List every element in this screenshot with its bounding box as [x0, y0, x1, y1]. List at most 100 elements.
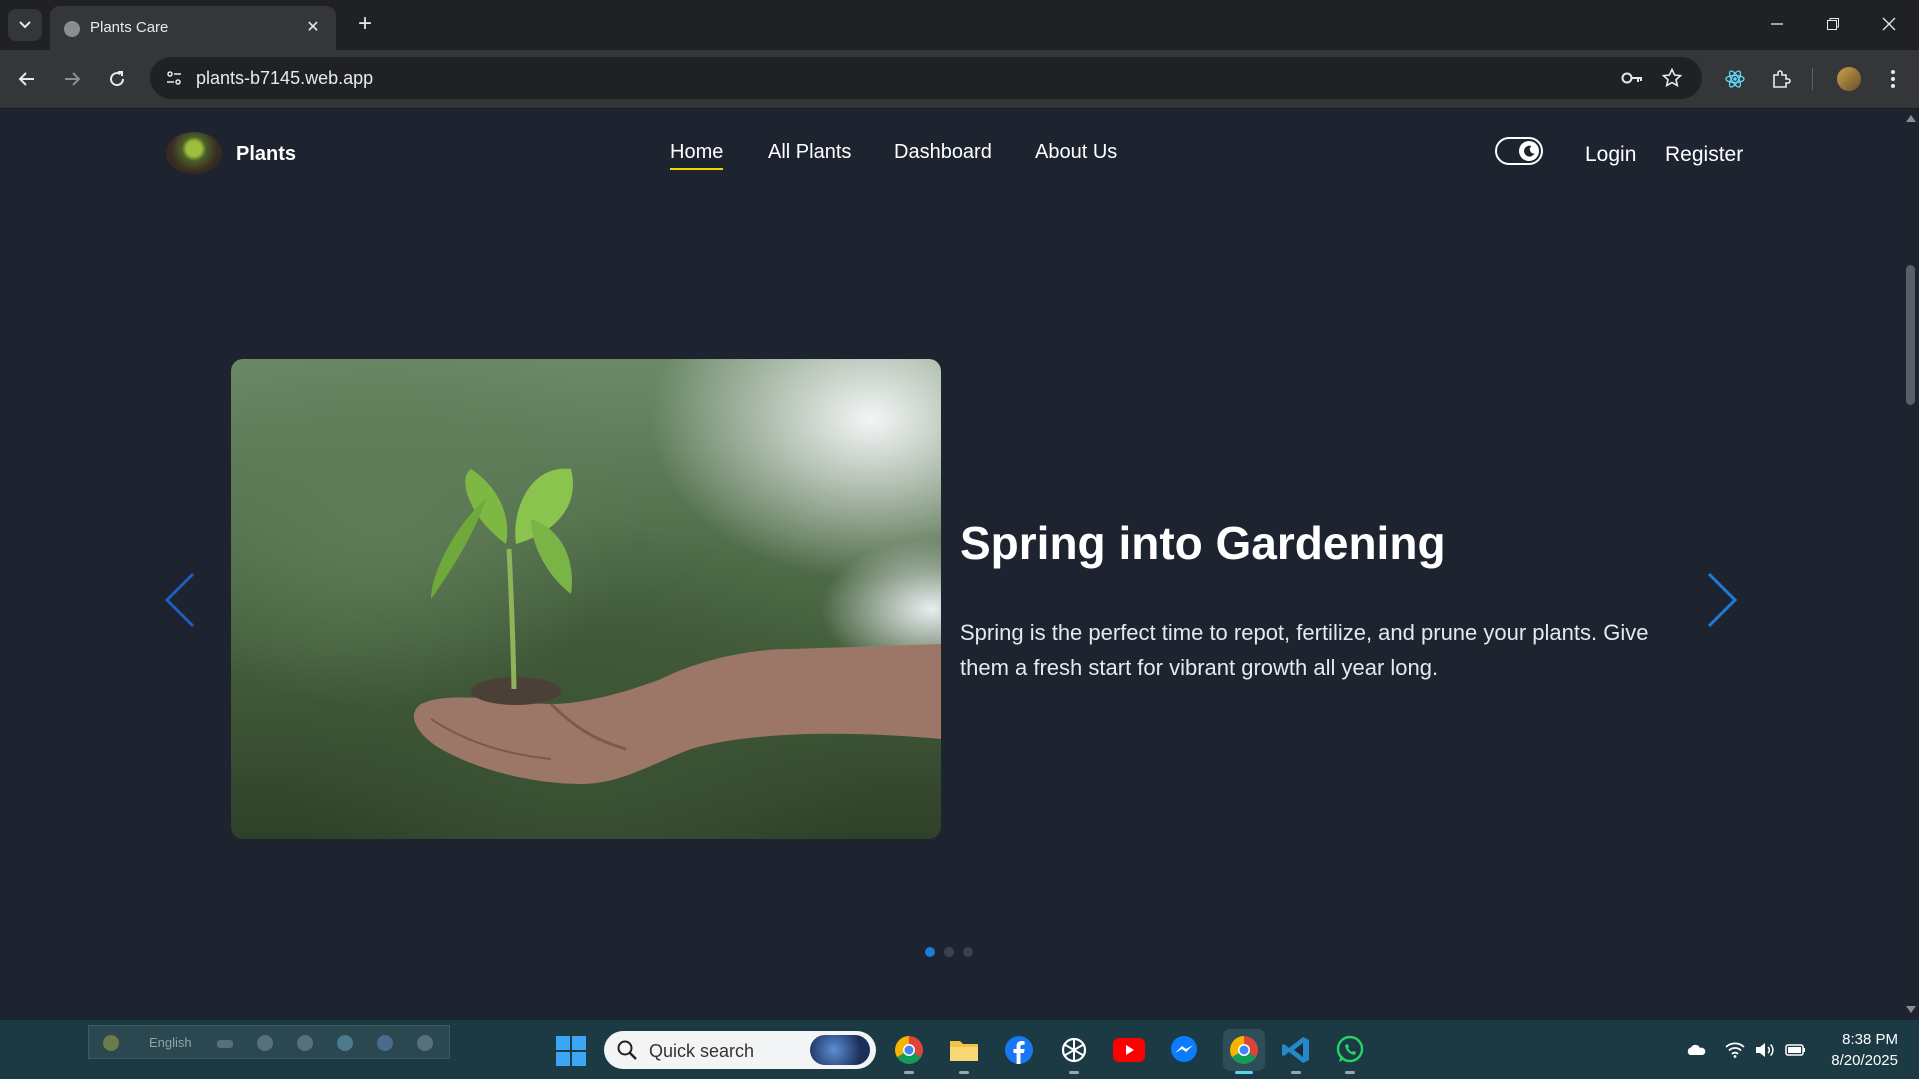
- toolbar-divider: [1812, 68, 1813, 90]
- url-text: plants-b7145.web.app: [196, 68, 374, 88]
- chrome-active-icon[interactable]: [1223, 1029, 1265, 1074]
- nav-home-link[interactable]: Home: [670, 141, 724, 170]
- brand-logo[interactable]: [166, 132, 222, 174]
- chevron-left-icon: [164, 572, 195, 628]
- onedrive-icon[interactable]: [1686, 1040, 1706, 1060]
- back-button[interactable]: [14, 66, 40, 92]
- nav-dashboard-link[interactable]: Dashboard: [894, 141, 992, 164]
- vscode-icon[interactable]: [1280, 1034, 1312, 1074]
- browser-tab-strip: Plants Care ✕ +: [0, 0, 1919, 50]
- nav-all-plants-link[interactable]: All Plants: [768, 141, 851, 164]
- system-clock[interactable]: 8:38 PM 8/20/2025: [1822, 1029, 1898, 1071]
- clock-date: 8/20/2025: [1831, 1052, 1898, 1069]
- browser-tab[interactable]: Plants Care ✕: [50, 6, 336, 50]
- facebook-icon[interactable]: [1003, 1034, 1035, 1066]
- theme-toggle[interactable]: [1495, 137, 1543, 165]
- moon-icon: [1519, 141, 1539, 161]
- restore-button[interactable]: [1813, 10, 1853, 38]
- wifi-icon[interactable]: [1725, 1040, 1745, 1060]
- password-key-icon[interactable]: [1620, 66, 1644, 90]
- messenger-icon[interactable]: [1168, 1034, 1200, 1066]
- whatsapp-icon[interactable]: [1334, 1034, 1366, 1074]
- windows-start-button[interactable]: [556, 1036, 586, 1066]
- more-vertical-icon: [1891, 70, 1895, 88]
- arrow-left-icon: [18, 72, 34, 86]
- login-link[interactable]: Login: [1585, 143, 1636, 167]
- restore-icon: [1827, 18, 1839, 30]
- app-running-indicator: [1069, 1071, 1079, 1074]
- app-running-indicator: [1291, 1071, 1301, 1074]
- app-running-indicator: [904, 1071, 914, 1074]
- slider-next-button[interactable]: [1702, 571, 1742, 629]
- slide-title: Spring into Gardening: [960, 517, 1446, 569]
- star-icon: [1662, 68, 1682, 88]
- profile-avatar[interactable]: [1836, 66, 1862, 92]
- forward-button[interactable]: [59, 66, 85, 92]
- extensions-button[interactable]: [1768, 66, 1794, 92]
- search-icon: [617, 1040, 637, 1060]
- tab-search-button[interactable]: [8, 9, 42, 41]
- site-info-icon[interactable]: [162, 66, 186, 90]
- seedling-in-hand-image: [413, 468, 941, 784]
- slider-dot-1[interactable]: [925, 947, 935, 957]
- close-tab-icon[interactable]: ✕: [302, 16, 324, 38]
- battery-icon[interactable]: [1785, 1040, 1805, 1060]
- globe-icon: [64, 21, 80, 37]
- file-explorer-icon[interactable]: [948, 1034, 980, 1074]
- scrollbar-thumb[interactable]: [1906, 265, 1915, 405]
- volume-icon[interactable]: [1755, 1040, 1775, 1060]
- register-link[interactable]: Register: [1665, 143, 1743, 167]
- app-running-indicator: [959, 1071, 969, 1074]
- tune-icon: [167, 71, 181, 85]
- browser-toolbar: plants-b7145.web.app: [0, 50, 1919, 109]
- arrow-right-icon: [65, 72, 81, 86]
- site-navbar: Plants Home All Plants Dashboard About U…: [0, 109, 1902, 199]
- input-method-icon[interactable]: [103, 1035, 119, 1051]
- youtube-icon[interactable]: [1113, 1034, 1145, 1066]
- slider-pagination: [925, 947, 975, 961]
- slide-description: Spring is the perfect time to repot, fer…: [960, 620, 1649, 680]
- reload-icon: [110, 71, 125, 87]
- react-icon: [1725, 70, 1745, 88]
- scroll-down-arrow[interactable]: [1906, 1006, 1916, 1013]
- react-devtools-icon[interactable]: [1722, 66, 1748, 92]
- close-icon: [1882, 17, 1896, 31]
- app-active-indicator: [1235, 1071, 1253, 1074]
- slider-prev-button[interactable]: [160, 571, 200, 629]
- bookmark-star-icon[interactable]: [1660, 66, 1684, 90]
- address-bar[interactable]: plants-b7145.web.app: [150, 57, 1702, 99]
- new-tab-button[interactable]: +: [352, 12, 378, 38]
- language-bar[interactable]: English: [88, 1025, 450, 1059]
- key-icon: [1621, 72, 1642, 84]
- slider-dot-3[interactable]: [963, 947, 973, 957]
- ime-mode-icon[interactable]: [217, 1040, 233, 1048]
- browser-menu-button[interactable]: [1880, 66, 1906, 92]
- ime-info-icon[interactable]: [417, 1035, 433, 1051]
- ime-ie-icon[interactable]: [337, 1035, 353, 1051]
- scroll-up-arrow[interactable]: [1906, 115, 1916, 122]
- ime-help-icon[interactable]: [377, 1035, 393, 1051]
- clock-time: 8:38 PM: [1842, 1031, 1898, 1048]
- chatgpt-icon[interactable]: [1058, 1034, 1090, 1074]
- app-running-indicator: [1345, 1071, 1355, 1074]
- ime-settings-icon[interactable]: [297, 1035, 313, 1051]
- page-content: Plants Home All Plants Dashboard About U…: [0, 109, 1902, 1020]
- avatar-icon: [1837, 67, 1861, 91]
- chevron-down-icon: [19, 21, 31, 29]
- taskbar-search[interactable]: Quick search: [604, 1031, 876, 1069]
- close-window-button[interactable]: [1869, 10, 1909, 38]
- minimize-button[interactable]: [1757, 10, 1797, 38]
- tab-title: Plants Care: [90, 19, 169, 36]
- reload-button[interactable]: [104, 66, 130, 92]
- search-highlight-icon: [810, 1035, 870, 1065]
- slider-dot-2[interactable]: [944, 947, 954, 957]
- ime-brush-icon[interactable]: [257, 1035, 273, 1051]
- windows-logo-icon: [556, 1036, 586, 1066]
- page-scrollbar[interactable]: [1902, 109, 1919, 1020]
- chrome-icon[interactable]: [893, 1034, 925, 1074]
- brand-name[interactable]: Plants: [236, 143, 296, 166]
- nav-about-us-link[interactable]: About Us: [1035, 141, 1117, 164]
- minimize-icon: [1771, 23, 1783, 25]
- search-placeholder: Quick search: [649, 1041, 755, 1061]
- puzzle-icon: [1773, 70, 1791, 88]
